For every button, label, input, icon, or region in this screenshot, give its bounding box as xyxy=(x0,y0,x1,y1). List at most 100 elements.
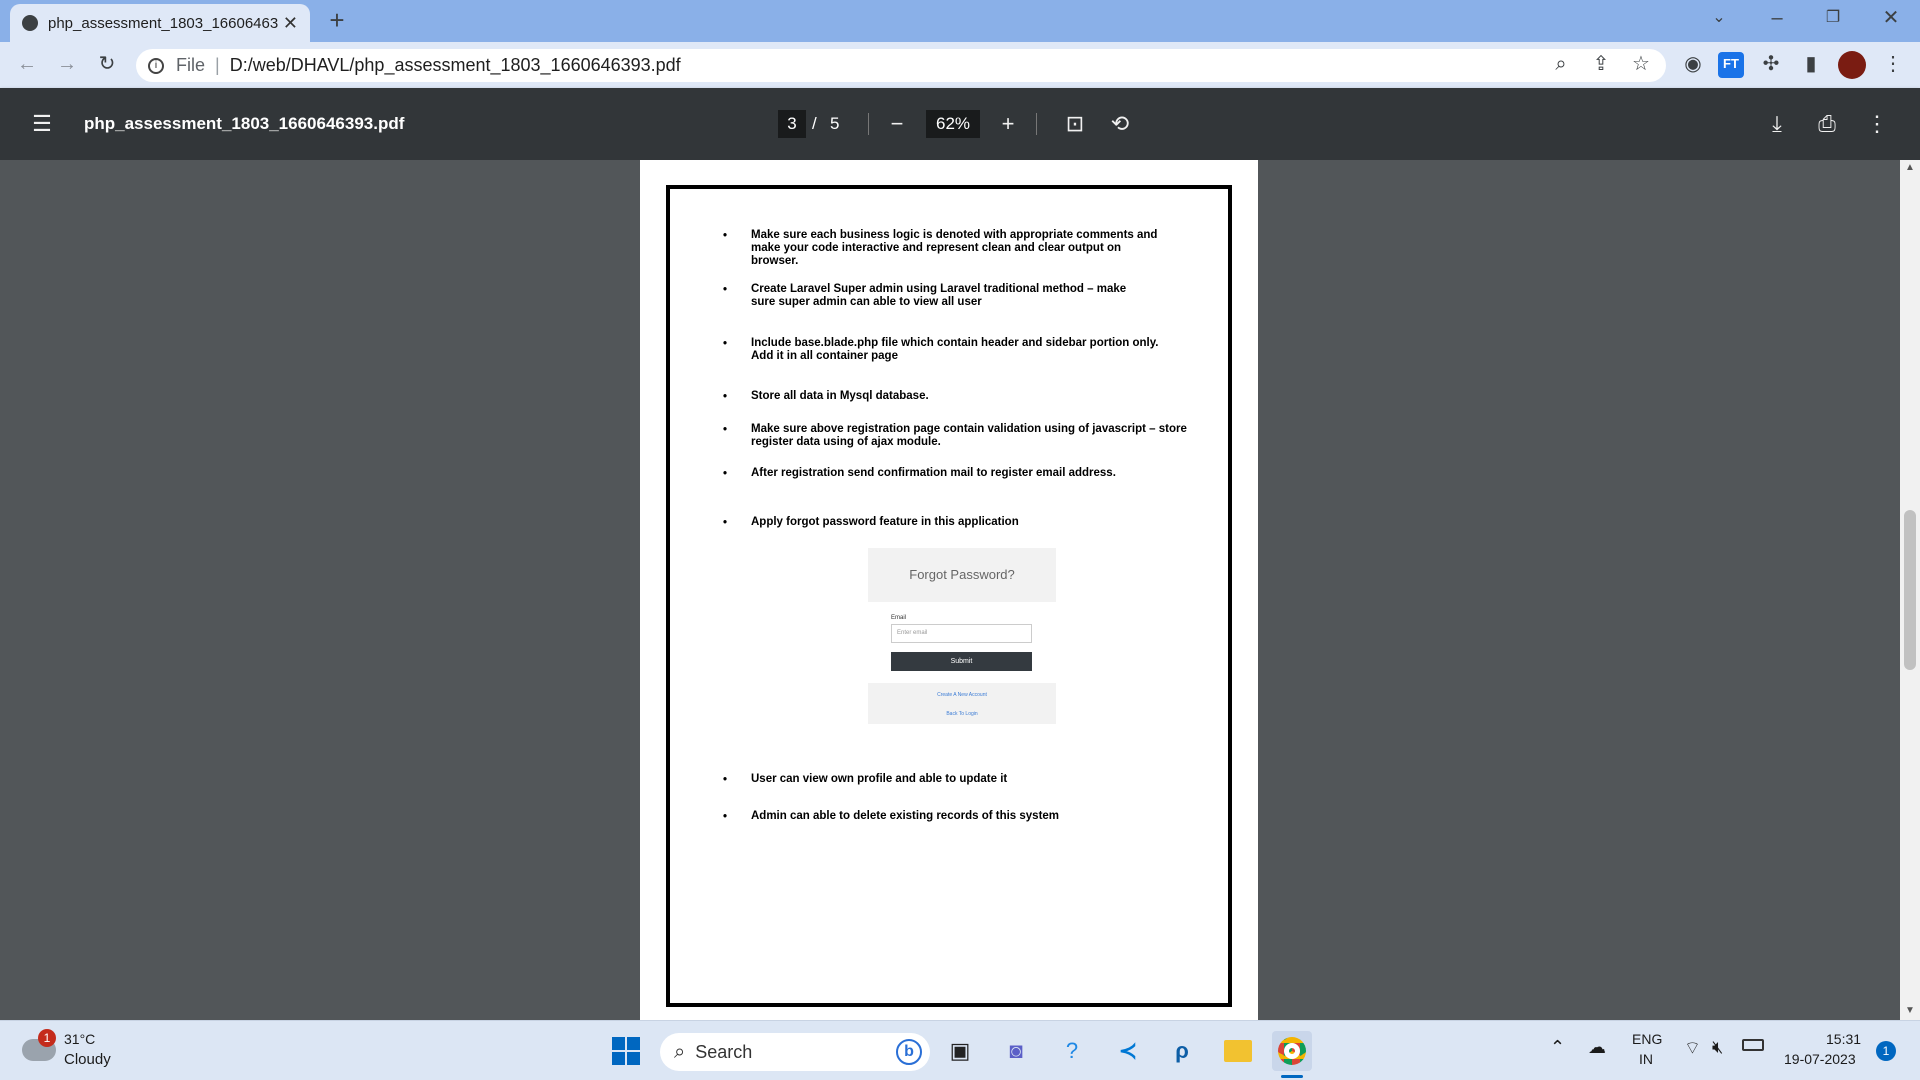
vscode-icon[interactable]: ≺ xyxy=(1108,1031,1148,1071)
scroll-thumb[interactable] xyxy=(1904,510,1916,670)
print-icon[interactable]: ⎙ xyxy=(1811,108,1843,140)
battery-icon[interactable] xyxy=(1742,1039,1764,1051)
weather-temp[interactable]: 31°C xyxy=(64,1031,95,1047)
avatar[interactable] xyxy=(1838,51,1866,79)
bullet-dot: • xyxy=(723,774,728,786)
bullet-line: browser. xyxy=(751,255,799,267)
back-to-login-link: Back To Login xyxy=(946,711,978,717)
chrome-active-indicator xyxy=(1281,1075,1303,1078)
browser-toolbar: ← → ↻ i File | D:/web/DHAVL/php_assessme… xyxy=(0,42,1920,88)
close-tab-icon[interactable]: ✕ xyxy=(283,13,298,34)
bullet-item: Store all data in Mysql database. xyxy=(751,390,1211,403)
clock-date[interactable]: 19-07-2023 xyxy=(1784,1051,1856,1067)
bullet-item: Create Laravel Super admin using Laravel… xyxy=(751,283,1211,309)
pdf-page: • Make sure each business logic is denot… xyxy=(640,160,1258,1020)
back-icon[interactable]: ← xyxy=(14,52,40,78)
minimize-icon[interactable]: – xyxy=(1764,6,1790,32)
tab-title: php_assessment_1803_16606463 xyxy=(48,14,279,32)
wifi-icon[interactable]: ⌔ xyxy=(1684,1037,1701,1060)
create-account-link: Create A New Account xyxy=(937,692,987,698)
scroll-up-arrow-icon[interactable]: ▲ xyxy=(1905,162,1915,173)
volume-muted-icon[interactable]: 🔇︎ xyxy=(1712,1037,1723,1058)
extension-icon-2[interactable]: FT xyxy=(1718,52,1744,78)
close-window-icon[interactable]: ✕ xyxy=(1878,6,1904,32)
side-panel-icon[interactable]: ▮ xyxy=(1798,52,1824,78)
taskbar-search[interactable]: ⌕ Search b xyxy=(660,1033,930,1071)
restore-icon[interactable]: ❐ xyxy=(1820,6,1846,32)
rotate-icon[interactable]: ⟲ xyxy=(1104,108,1136,140)
zoom-icon[interactable]: ⌕ xyxy=(1548,52,1574,78)
anydesk-icon[interactable]: ρ xyxy=(1162,1031,1202,1071)
bullet-dot: • xyxy=(723,811,728,823)
tab-strip: php_assessment_1803_16606463 ✕ + ⌄ – ❐ ✕ xyxy=(0,0,1920,42)
download-icon[interactable]: ⤓ xyxy=(1761,108,1793,140)
page-separator: / xyxy=(812,114,817,133)
bullet-dot: • xyxy=(723,338,728,350)
forward-icon[interactable]: → xyxy=(54,52,80,78)
puzzle-icon[interactable]: ✣ xyxy=(1758,52,1784,78)
language-top[interactable]: ENG xyxy=(1632,1031,1662,1047)
address-bar[interactable]: i File | D:/web/DHAVL/php_assessment_180… xyxy=(136,49,1666,82)
chrome-icon[interactable] xyxy=(1272,1031,1312,1071)
bullet-line: Make sure each business logic is denoted… xyxy=(751,229,1158,241)
bullet-line: register data using of ajax module. xyxy=(751,436,941,448)
vertical-scrollbar[interactable]: ▲ ▼ xyxy=(1900,160,1920,1020)
bullet-line: After registration send confirmation mai… xyxy=(751,467,1116,479)
pdf-toolbar: ☰ php_assessment_1803_1660646393.pdf 3 /… xyxy=(0,88,1920,160)
bullet-line: Include base.blade.php file which contai… xyxy=(751,337,1159,349)
bullet-item: Include base.blade.php file which contai… xyxy=(751,337,1211,363)
bullet-item: Make sure above registration page contai… xyxy=(751,423,1211,449)
share-icon[interactable]: ⇪ xyxy=(1588,52,1614,78)
bullet-item: User can view own profile and able to up… xyxy=(751,773,1211,786)
email-field: Enter email xyxy=(891,624,1032,643)
weather-desc[interactable]: Cloudy xyxy=(64,1051,111,1068)
more-options-icon[interactable]: ⋮ xyxy=(1861,108,1893,140)
fit-page-icon[interactable]: ⊡ xyxy=(1059,108,1091,140)
weather-badge: 1 xyxy=(38,1029,56,1047)
notification-badge[interactable]: 1 xyxy=(1876,1041,1896,1061)
extension-icon-1[interactable]: ◉ xyxy=(1680,52,1706,78)
bullet-line: User can view own profile and able to up… xyxy=(751,773,1008,785)
teams-chat-icon[interactable]: ◙ xyxy=(996,1031,1036,1071)
help-icon[interactable]: ? xyxy=(1052,1031,1092,1071)
bullet-item: Admin can able to delete existing record… xyxy=(751,810,1211,823)
tab-search-icon[interactable]: ⌄ xyxy=(1706,6,1732,32)
bullet-line: Admin can able to delete existing record… xyxy=(751,810,1060,822)
onedrive-icon[interactable]: ☁ xyxy=(1588,1037,1606,1058)
bullet-dot: • xyxy=(723,284,728,296)
windows-start-icon[interactable] xyxy=(606,1031,646,1071)
hamburger-menu-icon[interactable]: ☰ xyxy=(26,108,58,140)
file-explorer-icon[interactable] xyxy=(1218,1031,1258,1071)
bullet-dot: • xyxy=(723,230,728,242)
new-tab-icon[interactable]: + xyxy=(324,7,350,34)
menu-kebab-icon[interactable]: ⋮ xyxy=(1880,52,1906,78)
submit-button: Submit xyxy=(891,652,1032,671)
search-icon: ⌕ xyxy=(674,1040,686,1063)
show-hidden-icons-icon[interactable]: ⌃ xyxy=(1550,1037,1565,1058)
task-view-icon[interactable]: ▣ xyxy=(940,1031,980,1071)
bookmark-star-icon[interactable]: ☆ xyxy=(1628,52,1654,78)
zoom-out-icon[interactable]: − xyxy=(881,108,913,140)
email-label: Email xyxy=(891,615,907,621)
bullet-line: make your code interactive and represent… xyxy=(751,242,1122,254)
bullet-line: sure super admin can able to view all us… xyxy=(751,296,982,308)
divider xyxy=(1036,113,1037,135)
clock-time[interactable]: 15:31 xyxy=(1826,1031,1861,1047)
forgot-password-title: Forgot Password? xyxy=(868,548,1056,602)
zoom-input[interactable]: 62% xyxy=(926,110,980,138)
page-number-input[interactable]: 3 xyxy=(778,110,806,138)
bullet-line: Make sure above registration page contai… xyxy=(751,423,1187,435)
reload-icon[interactable]: ↻ xyxy=(94,52,120,78)
bullet-item: Make sure each business logic is denoted… xyxy=(751,229,1211,268)
globe-icon xyxy=(22,15,38,31)
language-bottom[interactable]: IN xyxy=(1639,1051,1653,1067)
search-label: Search xyxy=(695,1041,753,1062)
tab-pdf[interactable]: php_assessment_1803_16606463 ✕ xyxy=(10,4,310,42)
pdf-file-title: php_assessment_1803_1660646393.pdf xyxy=(84,114,405,133)
bullet-dot: • xyxy=(723,391,728,403)
address-separator: | xyxy=(215,55,220,75)
scroll-down-arrow-icon[interactable]: ▼ xyxy=(1905,1005,1915,1016)
bullet-dot: • xyxy=(723,424,728,436)
zoom-in-icon[interactable]: + xyxy=(992,108,1024,140)
address-prefix: File xyxy=(176,55,206,75)
